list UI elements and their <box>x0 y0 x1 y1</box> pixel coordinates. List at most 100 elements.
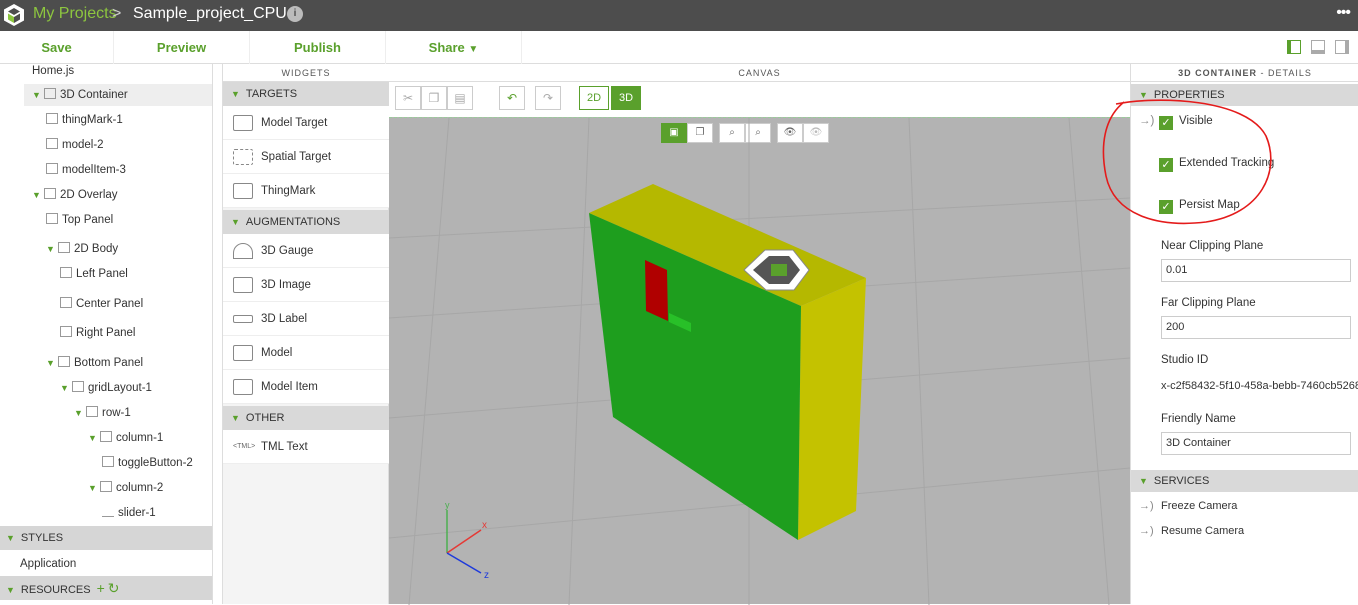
visible-checkbox[interactable]: ✓ <box>1159 116 1173 130</box>
preview-button[interactable]: Preview <box>114 31 250 64</box>
service-freeze-camera[interactable]: →) Freeze Camera <box>1139 495 1237 517</box>
widget-3d-image[interactable]: 3D Image <box>223 268 389 302</box>
cut-icon[interactable]: ✂ <box>395 86 421 110</box>
mode-3d-button[interactable]: 3D <box>611 86 641 110</box>
app-logo-icon[interactable] <box>3 3 25 27</box>
services-section-header[interactable]: ▼ SERVICES <box>1131 470 1358 492</box>
extended-tracking-row[interactable]: ✓ Extended Tracking <box>1139 153 1274 173</box>
widget-model[interactable]: Model <box>223 336 389 370</box>
undo-icon[interactable]: ↶ <box>499 86 525 110</box>
tree-item-column-1[interactable]: ▼ column-1 <box>88 427 163 449</box>
main-toolbar: Save Preview Publish Share ▼ <box>0 31 1358 64</box>
styles-section-header[interactable]: ▼ STYLES <box>0 526 212 550</box>
save-button[interactable]: Save <box>0 31 114 64</box>
widget-thingmark[interactable]: ThingMark <box>223 174 389 208</box>
details-header: 3D CONTAINER - DETAILS <box>1131 64 1358 82</box>
tree-item-2d-overlay[interactable]: ▼ 2D Overlay <box>32 184 118 206</box>
breadcrumb-my-projects[interactable]: My Projects <box>33 5 117 23</box>
column-icon <box>100 481 112 492</box>
friendly-name-input[interactable]: 3D Container <box>1161 432 1351 455</box>
widget-model-target[interactable]: Model Target <box>223 106 389 140</box>
bind-arrow-icon[interactable]: →) <box>1139 495 1161 517</box>
widget-3d-gauge[interactable]: 3D Gauge <box>223 234 389 268</box>
share-button[interactable]: Share ▼ <box>386 31 522 64</box>
copy-icon[interactable]: ❐ <box>421 86 447 110</box>
details-header-title: 3D CONTAINER <box>1178 68 1257 78</box>
tree-item-slider[interactable]: slider-1 <box>102 502 156 524</box>
extended-tracking-checkbox[interactable]: ✓ <box>1159 158 1173 172</box>
tree-item-column-2[interactable]: ▼ column-2 <box>88 477 163 499</box>
mode-2d-button[interactable]: 2D <box>579 86 609 110</box>
persist-map-checkbox[interactable]: ✓ <box>1159 200 1173 214</box>
widget-model-item[interactable]: Model Item <box>223 370 389 404</box>
persist-map-row[interactable]: ✓ Persist Map <box>1139 195 1240 215</box>
layout-left-panel-icon[interactable] <box>1287 40 1301 54</box>
tree-item-model[interactable]: model-2 <box>46 134 104 156</box>
near-clipping-input[interactable]: 0.01 <box>1161 259 1351 282</box>
tree-item-model-item[interactable]: modelItem-3 <box>46 159 126 181</box>
tml-text-icon: <TML> <box>233 443 256 450</box>
chevron-down-icon[interactable]: ▼ <box>32 84 44 106</box>
axis-z-label: z <box>484 570 489 581</box>
tree-item-bottom-panel[interactable]: ▼ Bottom Panel <box>46 352 143 374</box>
widget-tml-text[interactable]: <TML> TML Text <box>223 430 389 464</box>
redo-icon[interactable]: ↷ <box>535 86 561 110</box>
bind-arrow-icon[interactable]: →) <box>1139 520 1161 542</box>
widget-label: Spatial Target <box>261 151 332 163</box>
layout-right-panel-icon[interactable] <box>1335 40 1349 54</box>
chevron-down-icon[interactable]: ▼ <box>74 402 86 424</box>
tree-label: column-2 <box>116 482 164 494</box>
chevron-down-icon[interactable]: ▼ <box>88 477 100 499</box>
gauge-icon <box>233 243 253 259</box>
chevron-down-icon[interactable]: ▼ <box>32 184 44 206</box>
project-info-icon[interactable]: i <box>287 6 303 22</box>
chevron-down-icon[interactable]: ▼ <box>46 352 58 374</box>
visible-checkbox-row[interactable]: →) ✓ Visible <box>1139 111 1213 131</box>
persist-map-label: Persist Map <box>1179 199 1240 211</box>
axis-gizmo <box>446 510 482 574</box>
widget-3d-label[interactable]: 3D Label <box>223 302 389 336</box>
far-clipping-input[interactable]: 200 <box>1161 316 1351 339</box>
slider-icon <box>102 511 114 517</box>
publish-button[interactable]: Publish <box>250 31 386 64</box>
widgets-category-other[interactable]: ▼ OTHER <box>223 406 389 430</box>
chevron-down-icon[interactable]: ▼ <box>88 427 100 449</box>
widget-spatial-target[interactable]: Spatial Target <box>223 140 389 174</box>
resources-section-header[interactable]: ▼ RESOURCES + ↻ <box>0 576 212 600</box>
3d-viewport[interactable]: ▣ ❐ ⌕ ⌕ 👁 👁 y x z <box>389 117 1130 605</box>
properties-section-header[interactable]: ▼ PROPERTIES <box>1131 84 1358 106</box>
more-menu-icon[interactable]: ••• <box>1336 4 1351 22</box>
widgets-category-augmentations[interactable]: ▼ AUGMENTATIONS <box>223 210 389 234</box>
bind-arrow-icon[interactable]: →) <box>1139 111 1159 131</box>
visible-label: Visible <box>1179 115 1213 127</box>
tree-item-3d-container[interactable]: ▼ 3D Container <box>24 84 212 106</box>
services-header-label: SERVICES <box>1153 475 1210 487</box>
paste-icon[interactable]: ▤ <box>447 86 473 110</box>
tree-item-thingmark[interactable]: thingMark-1 <box>46 109 123 131</box>
tree-item-center-panel[interactable]: Center Panel <box>60 293 143 315</box>
styles-header-label: STYLES <box>20 532 64 544</box>
tree-item-home-js[interactable]: Home.js <box>32 64 74 82</box>
chevron-down-icon[interactable]: ▼ <box>46 238 58 260</box>
layout-bottom-panel-icon[interactable] <box>1311 40 1325 54</box>
widget-label: ThingMark <box>261 185 316 197</box>
overlay-2d-icon <box>44 188 56 199</box>
tree-label: slider-1 <box>118 507 156 519</box>
category-label: OTHER <box>245 412 285 424</box>
tree-item-row[interactable]: ▼ row-1 <box>74 402 131 424</box>
refresh-icon[interactable]: ↻ <box>108 580 120 596</box>
tree-item-toggle-button[interactable]: toggleButton-2 <box>102 452 193 474</box>
tree-item-top-panel[interactable]: Top Panel <box>46 209 113 231</box>
tree-item-grid-layout[interactable]: ▼ gridLayout-1 <box>60 377 152 399</box>
chevron-down-icon: ▼ <box>231 89 240 99</box>
widgets-category-targets[interactable]: ▼ TARGETS <box>223 82 389 106</box>
chevron-down-icon[interactable]: ▼ <box>60 377 72 399</box>
add-icon[interactable]: + <box>97 580 105 596</box>
chevron-down-icon: ▼ <box>6 585 15 595</box>
tree-item-right-panel[interactable]: Right Panel <box>60 322 135 344</box>
service-resume-camera[interactable]: →) Resume Camera <box>1139 520 1244 542</box>
tree-label: Application <box>20 558 77 570</box>
tree-item-left-panel[interactable]: Left Panel <box>60 263 128 285</box>
tree-item-application[interactable]: Application <box>20 553 76 575</box>
tree-item-2d-body[interactable]: ▼ 2D Body <box>46 238 118 260</box>
